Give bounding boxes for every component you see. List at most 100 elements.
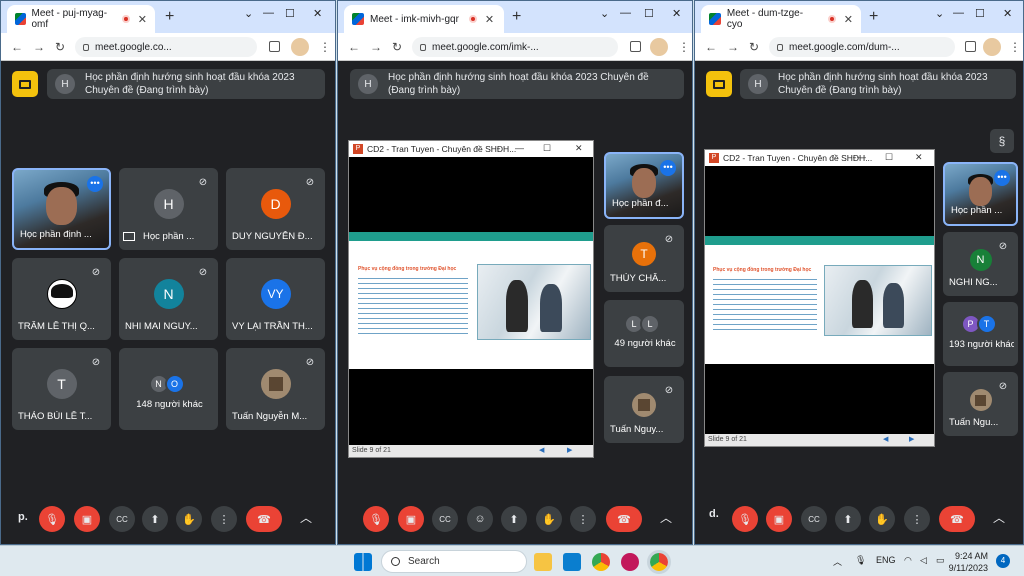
sidepanel-icon[interactable] <box>269 41 280 52</box>
close-tab-icon[interactable]: ✕ <box>844 13 853 26</box>
participant-tile[interactable]: ⊘ N NHI MAI NGUY... <box>119 258 218 340</box>
participant-tile[interactable]: ⊘ Tuấn Nguy... <box>604 376 684 443</box>
profile-avatar[interactable] <box>291 38 309 56</box>
ppt-maximize[interactable]: ☐ <box>543 143 551 154</box>
participant-tile[interactable]: ⊘ T THẢO BÙI LÊ T... <box>12 348 111 430</box>
more-options-button[interactable]: ⋮ <box>211 506 237 532</box>
start-windows-icon[interactable] <box>354 553 372 571</box>
more-options-icon[interactable]: ••• <box>994 170 1010 186</box>
minimize-button[interactable]: — <box>953 7 964 19</box>
presentation-window[interactable]: P CD2 - Tran Tuyen - Chuyên đề SHĐH... —… <box>704 149 935 447</box>
camera-toggle-button[interactable]: ▣ <box>74 506 100 532</box>
next-slide-icon[interactable]: ▶ <box>909 434 914 446</box>
more-options-button[interactable]: ⋮ <box>570 506 596 532</box>
vscode-icon[interactable] <box>563 553 581 571</box>
raise-hand-button[interactable]: ✋ <box>536 506 562 532</box>
ppt-close[interactable]: ✕ <box>575 143 583 154</box>
others-tile[interactable]: N O 148 người khác <box>119 348 218 430</box>
reload-button[interactable]: ↻ <box>392 40 402 54</box>
close-tab-icon[interactable]: ✕ <box>138 13 147 26</box>
participant-tile[interactable]: ⊘ Tuấn Ngu... <box>943 372 1018 436</box>
new-tab-button[interactable]: + <box>165 8 174 26</box>
maximize-button[interactable]: ☐ <box>285 7 295 20</box>
chevron-down-icon[interactable]: ⌄ <box>935 7 944 20</box>
menu-dots-icon[interactable]: ⋮ <box>319 40 331 54</box>
chevron-up-icon[interactable]: ︿ <box>993 509 1005 526</box>
participant-tile-camera[interactable]: ••• Học phần ... <box>943 162 1018 226</box>
captions-button[interactable]: CC <box>109 506 135 532</box>
emoji-button[interactable]: ☺ <box>467 506 493 532</box>
taskbar-search[interactable]: Search <box>381 550 527 573</box>
language-indicator[interactable]: ENG <box>876 555 896 565</box>
prev-slide-icon[interactable]: ◀ <box>539 445 544 457</box>
notification-badge[interactable]: 4 <box>996 554 1010 568</box>
new-tab-button[interactable]: + <box>869 8 878 26</box>
captions-button[interactable]: CC <box>801 506 827 532</box>
ppt-maximize[interactable]: ☐ <box>885 152 893 163</box>
battery-icon[interactable]: ▭ <box>936 555 945 566</box>
participant-tile[interactable]: ⊘ D DUY NGUYỄN Đ... <box>226 168 325 250</box>
leave-call-button[interactable]: ☎ <box>606 506 642 532</box>
tray-chevron-icon[interactable]: ︿ <box>833 555 842 568</box>
others-tile[interactable]: L L 49 người khác <box>604 300 684 367</box>
meet-tab[interactable]: Meet - puj-myag-omf ✕ <box>7 5 155 33</box>
leave-call-button[interactable]: ☎ <box>246 506 282 532</box>
participant-tile[interactable]: ⊘ TRÂM LÊ THỊ Q... <box>12 258 111 340</box>
meet-tab[interactable]: Meet - dum-tzge-cyo ✕ <box>701 5 861 33</box>
file-explorer-icon[interactable] <box>534 553 552 571</box>
chrome-icon[interactable] <box>592 553 610 571</box>
app-icon[interactable] <box>621 553 639 571</box>
sidepanel-icon[interactable] <box>965 41 976 52</box>
meet-tab[interactable]: Meet - imk-mivh-gqr ✕ <box>344 5 504 33</box>
companion-icon[interactable]: § <box>990 129 1014 153</box>
presenting-icon[interactable] <box>706 71 732 97</box>
next-slide-icon[interactable]: ▶ <box>567 445 572 457</box>
profile-avatar[interactable] <box>983 38 1001 56</box>
chevron-down-icon[interactable]: ⌄ <box>600 7 609 20</box>
close-window-button[interactable]: ✕ <box>1003 7 1012 20</box>
forward-button[interactable]: → <box>370 40 382 54</box>
more-options-icon[interactable]: ••• <box>87 176 103 192</box>
maximize-button[interactable]: ☐ <box>644 7 654 20</box>
mic-toggle-button[interactable]: 🎙 <box>363 506 389 532</box>
participant-tile[interactable]: ⊘ N NGHI NG... <box>943 232 1018 296</box>
participant-tile[interactable]: ⊘ T THÙY CHÂ... <box>604 225 684 292</box>
omnibox[interactable]: meet.google.co... <box>75 37 257 57</box>
minimize-button[interactable]: — <box>263 7 274 19</box>
omnibox[interactable]: meet.google.com/dum-... <box>769 37 955 57</box>
camera-toggle-button[interactable]: ▣ <box>398 506 424 532</box>
present-button[interactable]: ⬆ <box>835 506 861 532</box>
clock[interactable]: 9:24 AM 9/11/2023 <box>949 550 988 574</box>
present-button[interactable]: ⬆ <box>142 506 168 532</box>
others-tile[interactable]: P T 193 người khác <box>943 302 1018 366</box>
ppt-close[interactable]: ✕ <box>915 152 923 163</box>
raise-hand-button[interactable]: ✋ <box>176 506 202 532</box>
ppt-minimize[interactable]: — <box>857 152 866 162</box>
participant-tile[interactable]: ⊘ Tuấn Nguyễn M... <box>226 348 325 430</box>
participant-tile[interactable]: ⊘ H Học phần ... <box>119 168 218 250</box>
chevron-up-icon[interactable]: ︿ <box>660 509 672 526</box>
chevron-down-icon[interactable]: ⌄ <box>244 7 253 20</box>
presentation-window[interactable]: P CD2 - Tran Tuyen - Chuyên đề SHĐH... —… <box>348 140 594 458</box>
back-button[interactable]: ← <box>348 40 360 54</box>
leave-call-button[interactable]: ☎ <box>939 506 975 532</box>
minimize-button[interactable]: — <box>620 7 631 19</box>
omnibox[interactable]: meet.google.com/imk-... <box>412 37 618 57</box>
participant-tile[interactable]: VY VY LẠI TRẦN TH... <box>226 258 325 340</box>
reload-button[interactable]: ↻ <box>749 40 759 54</box>
more-options-icon[interactable]: ••• <box>660 160 676 176</box>
close-window-button[interactable]: ✕ <box>672 7 681 20</box>
forward-button[interactable]: → <box>727 40 739 54</box>
close-tab-icon[interactable]: ✕ <box>485 13 494 26</box>
back-button[interactable]: ← <box>705 40 717 54</box>
chevron-up-icon[interactable]: ︿ <box>300 509 312 526</box>
volume-icon[interactable]: ◁ <box>920 555 927 566</box>
back-button[interactable]: ← <box>11 40 23 54</box>
maximize-button[interactable]: ☐ <box>975 7 985 20</box>
menu-dots-icon[interactable]: ⋮ <box>1009 40 1021 54</box>
captions-button[interactable]: CC <box>432 506 458 532</box>
sidepanel-icon[interactable] <box>630 41 641 52</box>
mic-toggle-button[interactable]: 🎙 <box>39 506 65 532</box>
forward-button[interactable]: → <box>33 40 45 54</box>
ppt-minimize[interactable]: — <box>515 143 524 153</box>
